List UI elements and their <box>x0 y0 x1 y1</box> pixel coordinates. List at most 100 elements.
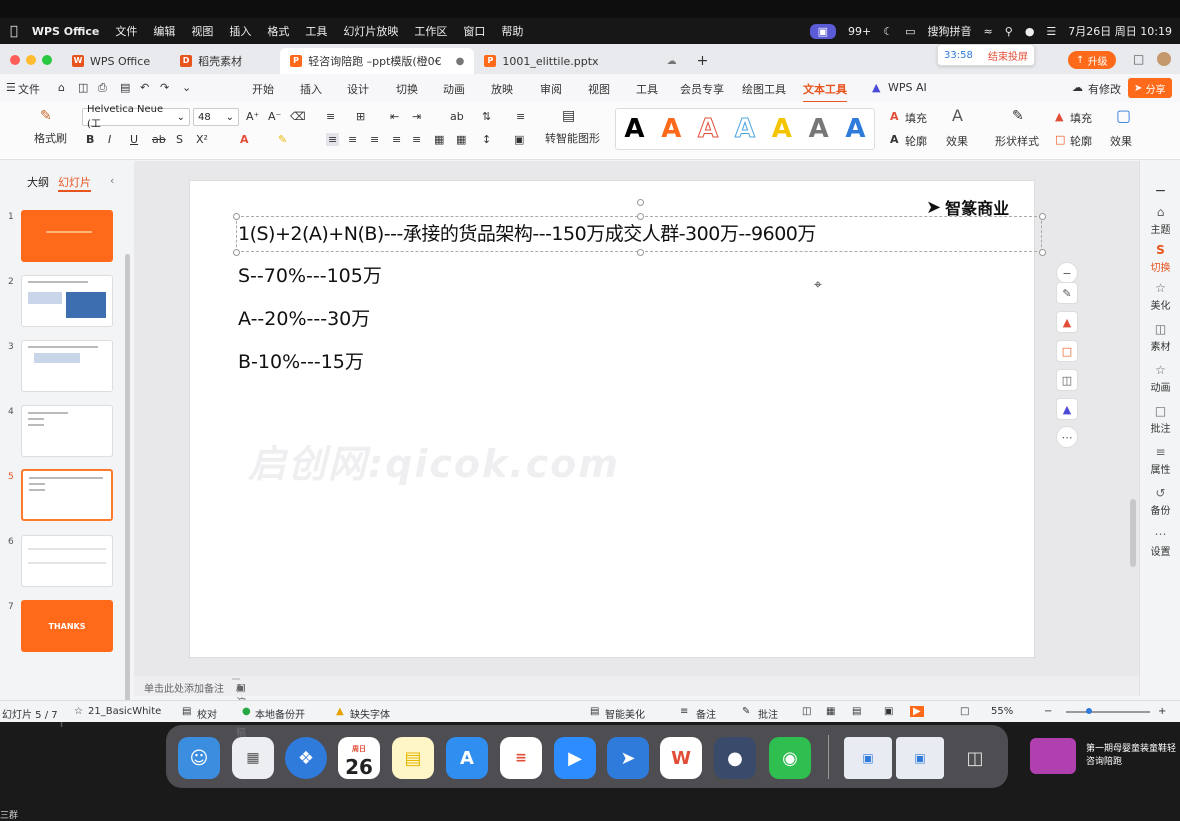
revision-status[interactable]: 有修改 <box>1088 81 1121 97</box>
menu-workspace[interactable]: 工作区 <box>414 23 447 39</box>
recent-window-1[interactable]: ▣ <box>844 737 892 779</box>
ribbon-tab-view[interactable]: 视图 <box>588 81 610 97</box>
shape-effects-label[interactable]: 效果 <box>1110 133 1132 149</box>
slides-tab[interactable]: 幻灯片 <box>58 174 91 192</box>
safari-icon[interactable]: ❖ <box>285 737 327 779</box>
zoom-slider-thumb[interactable] <box>1086 708 1092 714</box>
menu-slideshow[interactable]: 幻灯片放映 <box>343 23 398 39</box>
missing-font-button[interactable]: 缺失字体 <box>350 706 390 721</box>
decrease-indent-icon[interactable]: ⇤ <box>390 110 399 123</box>
grid-icon[interactable]: ▦ <box>456 133 466 146</box>
font-color-icon[interactable]: A <box>240 133 249 146</box>
clock[interactable]: 7月26日 周日 10:19 <box>1068 23 1172 39</box>
desktop-folder-label[interactable]: 第一期母婴童装童鞋轻咨询陪跑 <box>1086 743 1176 769</box>
text-fill-label[interactable]: 填充 <box>905 110 927 126</box>
line-spacing-icon[interactable]: ≡ <box>516 110 525 123</box>
justify-icon[interactable]: ≡ <box>392 133 401 146</box>
decrease-font-icon[interactable]: A⁻ <box>268 110 281 123</box>
zoom-level[interactable]: 55% <box>991 706 1013 717</box>
notes-placeholder[interactable]: 单击此处添加备注 <box>144 680 224 695</box>
tab-elittile[interactable]: P 1001_elittile.pptx ☁ <box>474 48 686 74</box>
slide[interactable]: ➤ 智篆商业 1(S)+2(A)+N(B)---承接的货品架构---150万成交… <box>189 180 1046 658</box>
play-slideshow-icon[interactable]: ▶ <box>910 706 924 717</box>
align-center-icon[interactable]: ≡ <box>348 133 357 146</box>
highlight-icon[interactable]: ✎ <box>278 133 287 146</box>
wordart-style-yellow[interactable]: A <box>772 114 792 144</box>
wps-app-icon[interactable]: W <box>660 737 702 779</box>
share-button[interactable]: ➤ 分享 <box>1128 78 1172 98</box>
menu-insert[interactable]: 插入 <box>229 23 251 39</box>
align-right-icon[interactable]: ≡ <box>370 133 379 146</box>
resize-handle[interactable] <box>1039 249 1046 256</box>
font-name-select[interactable]: Helvetica Neue (工 ⌄ <box>82 104 190 130</box>
avatar[interactable] <box>1157 52 1171 66</box>
clear-format-icon[interactable]: ⌫ <box>290 110 306 123</box>
recent-window-2[interactable]: ▣ <box>896 737 944 779</box>
zoom-app-icon[interactable]: ▶ <box>554 737 596 779</box>
collapse-panel-icon[interactable]: ‹ <box>110 174 114 187</box>
panel-properties[interactable]: ≡ 属性 <box>1140 445 1180 476</box>
menu-window[interactable]: 窗口 <box>463 23 485 39</box>
theme-name[interactable]: 21_BasicWhite <box>88 706 161 717</box>
restore-window-icon[interactable]: □ <box>1133 52 1144 66</box>
search-icon[interactable]: ⚲ <box>1005 25 1013 38</box>
zoom-in-icon[interactable]: + <box>1158 706 1166 717</box>
numbered-list-icon[interactable]: ⊞ <box>356 110 365 123</box>
reminders-icon[interactable]: ≡ <box>500 737 542 779</box>
strikethrough-button[interactable]: ab <box>152 133 166 146</box>
reading-view-icon[interactable]: ▤ <box>852 706 861 717</box>
shape-outline-label[interactable]: 轮廓 <box>1070 133 1092 149</box>
moon-icon[interactable]: ☾ <box>883 25 893 38</box>
control-center-icon[interactable]: ☰ <box>1046 25 1056 38</box>
chevron-down-icon[interactable]: ⌄ <box>182 81 191 94</box>
text-effects-icon[interactable]: A <box>952 106 963 125</box>
folder-icon[interactable] <box>1030 738 1076 774</box>
apple-icon[interactable]:  <box>10 24 18 39</box>
calendar-icon[interactable]: 周日 26 <box>338 737 380 779</box>
wechat-icon[interactable]: ◉ <box>769 737 811 779</box>
menu-view[interactable]: 视图 <box>191 23 213 39</box>
tab-wps-office[interactable]: W WPS Office <box>62 48 160 74</box>
paragraph-spacing-icon[interactable]: ↕ <box>482 133 491 146</box>
app-store-icon[interactable]: A <box>446 737 488 779</box>
shape-fill-icon[interactable]: ▲ <box>1055 110 1063 123</box>
underline-button[interactable]: U <box>130 133 138 146</box>
panel-transition[interactable]: S 切换 <box>1140 243 1180 274</box>
italic-button[interactable]: I <box>108 133 111 146</box>
menu-file[interactable]: 文件 <box>115 23 137 39</box>
finder-icon[interactable]: ☺ <box>178 737 220 779</box>
home-icon[interactable]: ⌂ <box>58 81 65 94</box>
screen-share-icon[interactable]: ▣ <box>809 23 837 39</box>
launchpad-icon[interactable]: ▦ <box>232 737 274 779</box>
superscript-button[interactable]: X² <box>196 133 208 146</box>
bold-button[interactable]: B <box>86 133 94 146</box>
columns-icon[interactable]: ▦ <box>434 133 444 146</box>
undo-icon[interactable]: ↶ <box>140 81 149 94</box>
text-direction-icon[interactable]: ab <box>450 110 464 123</box>
notes-toggle[interactable]: 备注 <box>696 706 716 721</box>
text-box-icon[interactable]: ▣ <box>514 133 524 146</box>
zoom-out-icon[interactable]: − <box>1044 706 1052 717</box>
ribbon-tab-text-tools[interactable]: 文本工具 <box>803 81 847 103</box>
slide-text-line-2[interactable]: S--70%---105万 <box>238 261 382 288</box>
upgrade-button[interactable]: ↑ 升级 <box>1068 51 1116 69</box>
slide-thumbnail-1[interactable] <box>21 210 113 262</box>
panel-settings[interactable]: ⋯ 设置 <box>1140 527 1180 558</box>
shape-effects-icon[interactable]: ▢ <box>1116 106 1131 125</box>
wordart-style-outline-blue[interactable]: A <box>734 114 755 145</box>
bullet-list-icon[interactable]: ≡ <box>326 110 335 123</box>
ribbon-tab-design[interactable]: 设计 <box>347 81 369 97</box>
canvas-scrollbar[interactable] <box>1130 499 1136 567</box>
panel-beautify[interactable]: ☆ 美化 <box>1140 281 1180 312</box>
ribbon-tab-insert[interactable]: 插入 <box>300 81 322 97</box>
distribute-icon[interactable]: ≡ <box>412 133 421 146</box>
ribbon-file[interactable]: 文件 <box>18 81 40 97</box>
print-icon[interactable]: ⎙ <box>98 81 107 95</box>
smart-beautify-button[interactable]: 智能美化 <box>605 706 645 721</box>
slide-thumbnail-3[interactable] <box>21 340 113 392</box>
hamburger-icon[interactable]: ☰ <box>6 81 16 94</box>
shape-style-label[interactable]: 形状样式 <box>995 133 1039 149</box>
menu-help[interactable]: 帮助 <box>501 23 523 39</box>
ribbon-tab-home[interactable]: 开始 <box>252 81 274 97</box>
preview-icon[interactable]: ▤ <box>120 81 130 94</box>
